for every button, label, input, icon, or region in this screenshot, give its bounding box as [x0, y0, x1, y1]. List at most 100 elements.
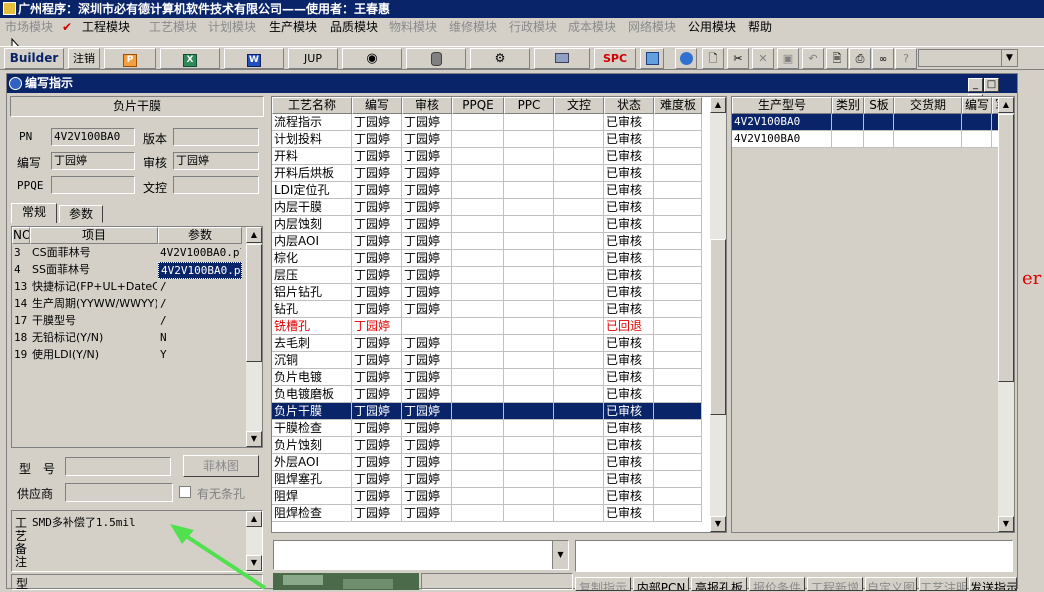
process-row[interactable]: 内层干膜 丁园婷 丁园婷 已审核: [272, 199, 702, 216]
print-button[interactable]: ⎙: [849, 48, 871, 69]
process-row[interactable]: 去毛刺 丁园婷 丁园婷 已审核: [272, 335, 702, 352]
model-header-s_board[interactable]: S板: [864, 97, 894, 114]
model-header-writer[interactable]: 编写: [962, 97, 992, 114]
process-header-name[interactable]: 工艺名称: [272, 97, 352, 114]
film-image-button[interactable]: 菲林图: [183, 455, 259, 477]
scroll-up-icon[interactable]: ▲: [246, 227, 262, 243]
powerpoint-button[interactable]: P: [104, 48, 156, 69]
process-row[interactable]: 干膜检查 丁园婷 丁园婷 已审核: [272, 420, 702, 437]
menu-common[interactable]: 公用模块: [688, 20, 736, 35]
param-row[interactable]: 14 生产周期(YYWW/WWYY) /: [12, 296, 246, 313]
process-row[interactable]: 阻焊检查 丁园婷 丁园婷 已审核: [272, 505, 702, 522]
tab-general[interactable]: 常规: [11, 203, 57, 223]
menu-production[interactable]: 生产模块: [269, 20, 317, 35]
scroll-thumb[interactable]: [998, 114, 1014, 382]
writer-field[interactable]: 丁园婷: [51, 152, 135, 170]
minimize-button[interactable]: _: [968, 78, 983, 92]
model-row[interactable]: 4V2V100BA0: [732, 131, 1014, 148]
process-row[interactable]: 开料 丁园婷 丁园婷 已审核: [272, 148, 702, 165]
menu-material[interactable]: 物料模块: [389, 20, 437, 35]
model-row[interactable]: 4V2V100BA0: [732, 114, 1014, 131]
toolbar-dropdown[interactable]: ▼: [918, 49, 1018, 67]
process-row[interactable]: 阻焊 丁园婷 丁园婷 已审核: [272, 488, 702, 505]
param-value-cell[interactable]: 4V2V100BA0.plr: [158, 245, 242, 262]
model-header-category[interactable]: 类别: [832, 97, 864, 114]
bottom-combo[interactable]: ▼: [273, 540, 569, 570]
reviewer-field[interactable]: 丁园婷: [173, 152, 259, 170]
menu-network[interactable]: 网络模块: [628, 20, 676, 35]
model-scrollbar[interactable]: ▲ ▼: [998, 97, 1014, 532]
ie-button[interactable]: [675, 48, 697, 69]
jup-button[interactable]: JUP: [288, 48, 338, 69]
param-value-cell[interactable]: N: [158, 330, 242, 347]
model-header-delivery[interactable]: 交货期: [894, 97, 962, 114]
menu-help[interactable]: 帮助: [748, 20, 772, 35]
menu-admin[interactable]: 行政模块: [509, 20, 557, 35]
process-row[interactable]: 棕化 丁园婷 丁园婷 已审核: [272, 250, 702, 267]
computer-button[interactable]: [534, 48, 590, 69]
word-button[interactable]: W: [224, 48, 284, 69]
menu-process[interactable]: 工艺模块: [149, 20, 197, 35]
param-scrollbar[interactable]: ▲ ▼: [246, 227, 262, 447]
spc-button[interactable]: SPC: [594, 48, 636, 69]
process-header-difficulty[interactable]: 难度板: [654, 97, 702, 114]
save-button[interactable]: ▣: [777, 48, 799, 69]
database-button[interactable]: [406, 48, 466, 69]
process-row[interactable]: 外层AOI 丁园婷 丁园婷 已审核: [272, 454, 702, 471]
process-row[interactable]: 沉铜 丁园婷 丁园婷 已审核: [272, 352, 702, 369]
process-row[interactable]: 阻焊塞孔 丁园婷 丁园婷 已审核: [272, 471, 702, 488]
calendar-button[interactable]: [640, 48, 664, 69]
process-row[interactable]: 铝片钻孔 丁园婷 丁园婷 已审核: [272, 284, 702, 301]
cut-button[interactable]: ✂: [727, 48, 749, 69]
scroll-up-icon[interactable]: ▲: [710, 97, 726, 113]
process-header-doc[interactable]: 文控: [554, 97, 604, 114]
logout-button[interactable]: 注销: [68, 48, 100, 69]
scroll-thumb[interactable]: [246, 244, 262, 362]
param-value-cell[interactable]: /: [158, 279, 242, 296]
scroll-down-icon[interactable]: ▼: [246, 431, 262, 447]
tab-params[interactable]: 参数: [59, 205, 103, 223]
maximize-button[interactable]: □: [984, 78, 999, 92]
excel-button[interactable]: X: [160, 48, 220, 69]
process-header-ppqe[interactable]: PPQE: [452, 97, 504, 114]
delete-button[interactable]: ✕: [752, 48, 774, 69]
process-header-reviewer[interactable]: 审核: [402, 97, 452, 114]
model-field[interactable]: [65, 457, 171, 476]
version-field[interactable]: [173, 128, 259, 146]
menu-planning[interactable]: 计划模块: [208, 20, 256, 35]
process-row[interactable]: 负电镀磨板 丁园婷 丁园婷 已审核: [272, 386, 702, 403]
doc-control-field[interactable]: [173, 176, 259, 194]
menu-quality[interactable]: 品质模块: [330, 20, 378, 35]
new-button[interactable]: 🗋: [702, 48, 724, 69]
scroll-down-icon[interactable]: ▼: [710, 516, 726, 532]
supplier-field[interactable]: [65, 483, 173, 502]
process-row[interactable]: 负片电镀 丁园婷 丁园婷 已审核: [272, 369, 702, 386]
ppqe-field[interactable]: [51, 176, 135, 194]
param-row[interactable]: 19 使用LDI(Y/N) Y: [12, 347, 246, 364]
scroll-thumb[interactable]: [710, 239, 726, 415]
pn-field[interactable]: 4V2V100BA0: [51, 128, 135, 146]
eye-button[interactable]: ◉: [342, 48, 402, 69]
param-value-cell[interactable]: /: [158, 313, 242, 330]
scroll-down-icon[interactable]: ▼: [998, 516, 1014, 532]
param-row[interactable]: 17 干膜型号 /: [12, 313, 246, 330]
process-row[interactable]: 钻孔 丁园婷 丁园婷 已审核: [272, 301, 702, 318]
param-row[interactable]: 4SS面菲林号4V2V100BA0.plr: [12, 262, 246, 279]
help-button[interactable]: ?: [895, 48, 917, 69]
menu-cost[interactable]: 成本模块: [568, 20, 616, 35]
nohole-checkbox[interactable]: [179, 486, 191, 498]
param-value-cell[interactable]: Y: [158, 347, 242, 364]
chevron-down-icon[interactable]: ▼: [552, 541, 568, 569]
scroll-up-icon[interactable]: ▲: [998, 97, 1014, 113]
process-row[interactable]: 流程指示 丁园婷 丁园婷 已审核: [272, 114, 702, 131]
preview-button[interactable]: 🗎: [826, 48, 848, 69]
process-row[interactable]: 内层AOI 丁园婷 丁园婷 已审核: [272, 233, 702, 250]
process-row[interactable]: 内层蚀刻 丁园婷 丁园婷 已审核: [272, 216, 702, 233]
bottom-text-field[interactable]: [575, 540, 1013, 572]
process-header-ppc[interactable]: PPC: [504, 97, 554, 114]
process-row[interactable]: 层压 丁园婷 丁园婷 已审核: [272, 267, 702, 284]
process-scrollbar[interactable]: ▲ ▼: [710, 97, 726, 532]
process-header-writer[interactable]: 编写: [352, 97, 402, 114]
process-row[interactable]: 负片干膜 丁园婷 丁园婷 已审核: [272, 403, 702, 420]
network-button[interactable]: ⚙: [470, 48, 530, 69]
